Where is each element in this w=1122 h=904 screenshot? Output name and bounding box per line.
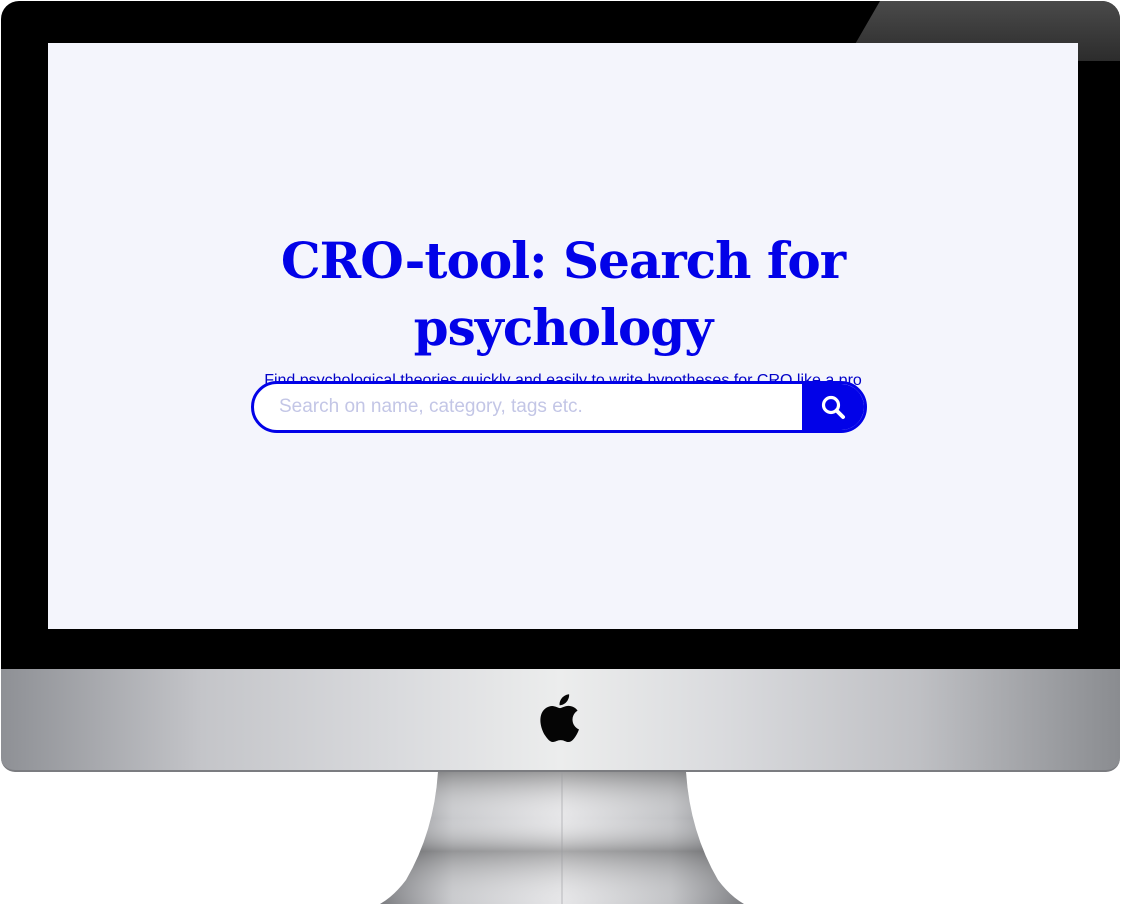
page-title: CRO-tool: Search for psychology <box>280 231 846 357</box>
monitor-screen: CRO-tool: Search for psychology Find psy… <box>48 43 1078 629</box>
hero-section: CRO-tool: Search for psychology Find psy… <box>48 227 1078 391</box>
monitor-bezel: CRO-tool: Search for psychology Find psy… <box>1 1 1120 669</box>
apple-logo <box>540 694 579 743</box>
monitor-stand <box>380 772 744 904</box>
monitor-mockup: CRO-tool: Search for psychology Find psy… <box>0 0 1122 904</box>
search-button[interactable] <box>802 384 864 430</box>
search-bar <box>251 381 867 433</box>
search-icon <box>821 395 845 419</box>
search-input[interactable] <box>254 384 802 430</box>
